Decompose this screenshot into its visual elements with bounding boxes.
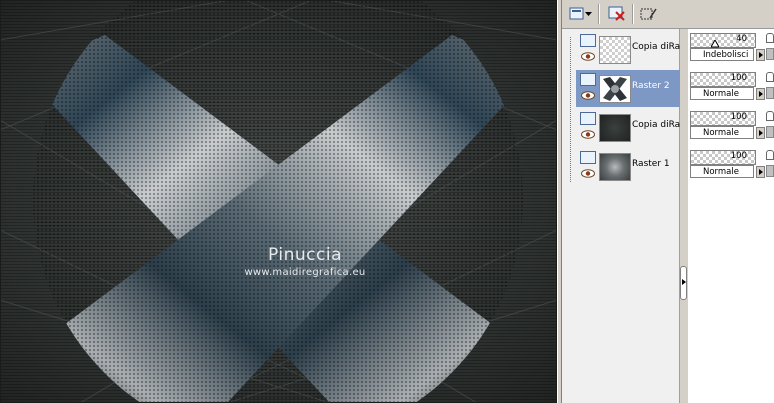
link-icon[interactable] — [766, 165, 774, 177]
delete-layer-icon[interactable] — [606, 4, 628, 24]
lock-icon[interactable] — [766, 150, 774, 160]
artwork — [0, 0, 557, 403]
watermark: Pinuccia www.maidiregrafica.eu — [230, 245, 380, 278]
blend-dropdown-arrow-icon[interactable] — [756, 88, 765, 100]
visibility-eye-icon[interactable] — [581, 169, 595, 178]
layer-properties-column: 40 Indebolisci 100 Normale 100 Normale 1… — [688, 29, 774, 403]
opacity-slider[interactable]: 100 — [690, 111, 756, 126]
toolbar-separator — [632, 4, 634, 24]
lock-icon[interactable] — [766, 33, 774, 43]
lock-icon[interactable] — [766, 72, 774, 82]
layers-toolbar — [562, 0, 774, 29]
layer-list: Copia diRa Raster 2 Copia diRa Raster 1 — [562, 29, 680, 403]
raster-layer-icon — [580, 112, 596, 125]
edit-selection-icon[interactable] — [638, 4, 660, 24]
opacity-value: 100 — [730, 151, 747, 161]
blend-mode-select[interactable]: Normale — [690, 126, 754, 139]
layer-row-selected[interactable]: Raster 2 — [576, 70, 680, 107]
raster-layer-icon — [580, 73, 596, 86]
visibility-eye-icon[interactable] — [581, 130, 595, 139]
layer-name: Raster 1 — [632, 159, 670, 169]
visibility-eye-icon[interactable] — [581, 52, 595, 61]
blend-mode-select[interactable]: Indebolisci — [690, 48, 754, 61]
raster-layer-icon — [580, 151, 596, 164]
layer-row[interactable]: Copia diRa — [576, 31, 680, 68]
opacity-value: 100 — [730, 73, 747, 83]
layer-row[interactable]: Copia diRa — [576, 109, 680, 146]
opacity-value: 40 — [736, 34, 747, 44]
lock-icon[interactable] — [766, 111, 774, 121]
layer-name: Copia diRa — [632, 120, 681, 130]
visibility-eye-icon[interactable] — [581, 91, 595, 100]
blend-mode-select[interactable]: Normale — [690, 165, 754, 178]
raster-layer-icon — [580, 34, 596, 47]
watermark-url: www.maidiregrafica.eu — [244, 267, 366, 278]
blend-mode-select[interactable]: Normale — [690, 87, 754, 100]
layer-properties-row: 100 Normale — [688, 70, 774, 107]
link-icon[interactable] — [766, 126, 774, 138]
image-canvas[interactable]: Pinuccia www.maidiregrafica.eu — [0, 0, 557, 403]
layer-row[interactable]: Raster 1 — [576, 148, 680, 185]
watermark-name: Pinuccia — [268, 245, 342, 265]
opacity-slider[interactable]: 100 — [690, 72, 756, 87]
expand-panel-handle[interactable] — [680, 266, 687, 300]
blend-dropdown-arrow-icon[interactable] — [756, 166, 765, 178]
opacity-slider[interactable]: 40 — [690, 33, 756, 48]
link-icon[interactable] — [766, 87, 774, 99]
layer-thumbnail — [599, 114, 631, 142]
layers-palette: Copia diRa Raster 2 Copia diRa Raster 1 — [562, 0, 774, 403]
layer-thumbnail — [599, 153, 631, 181]
layer-tree-line — [570, 37, 572, 182]
slider-thumb-icon[interactable] — [711, 40, 719, 48]
layer-properties-row: 100 Normale — [688, 109, 774, 146]
layer-properties-row: 100 Normale — [688, 148, 774, 185]
layer-name: Copia diRa — [632, 42, 681, 52]
dropdown-arrow-icon[interactable] — [584, 4, 594, 24]
layer-properties-row: 40 Indebolisci — [688, 31, 774, 68]
opacity-value: 100 — [730, 112, 747, 122]
layer-thumbnail — [599, 75, 631, 103]
opacity-slider[interactable]: 100 — [690, 150, 756, 165]
link-icon[interactable] — [766, 48, 774, 60]
toolbar-separator — [598, 4, 600, 24]
layer-name: Raster 2 — [632, 81, 670, 91]
blend-dropdown-arrow-icon[interactable] — [756, 49, 765, 61]
layer-thumbnail — [599, 36, 631, 64]
blend-dropdown-arrow-icon[interactable] — [756, 127, 765, 139]
